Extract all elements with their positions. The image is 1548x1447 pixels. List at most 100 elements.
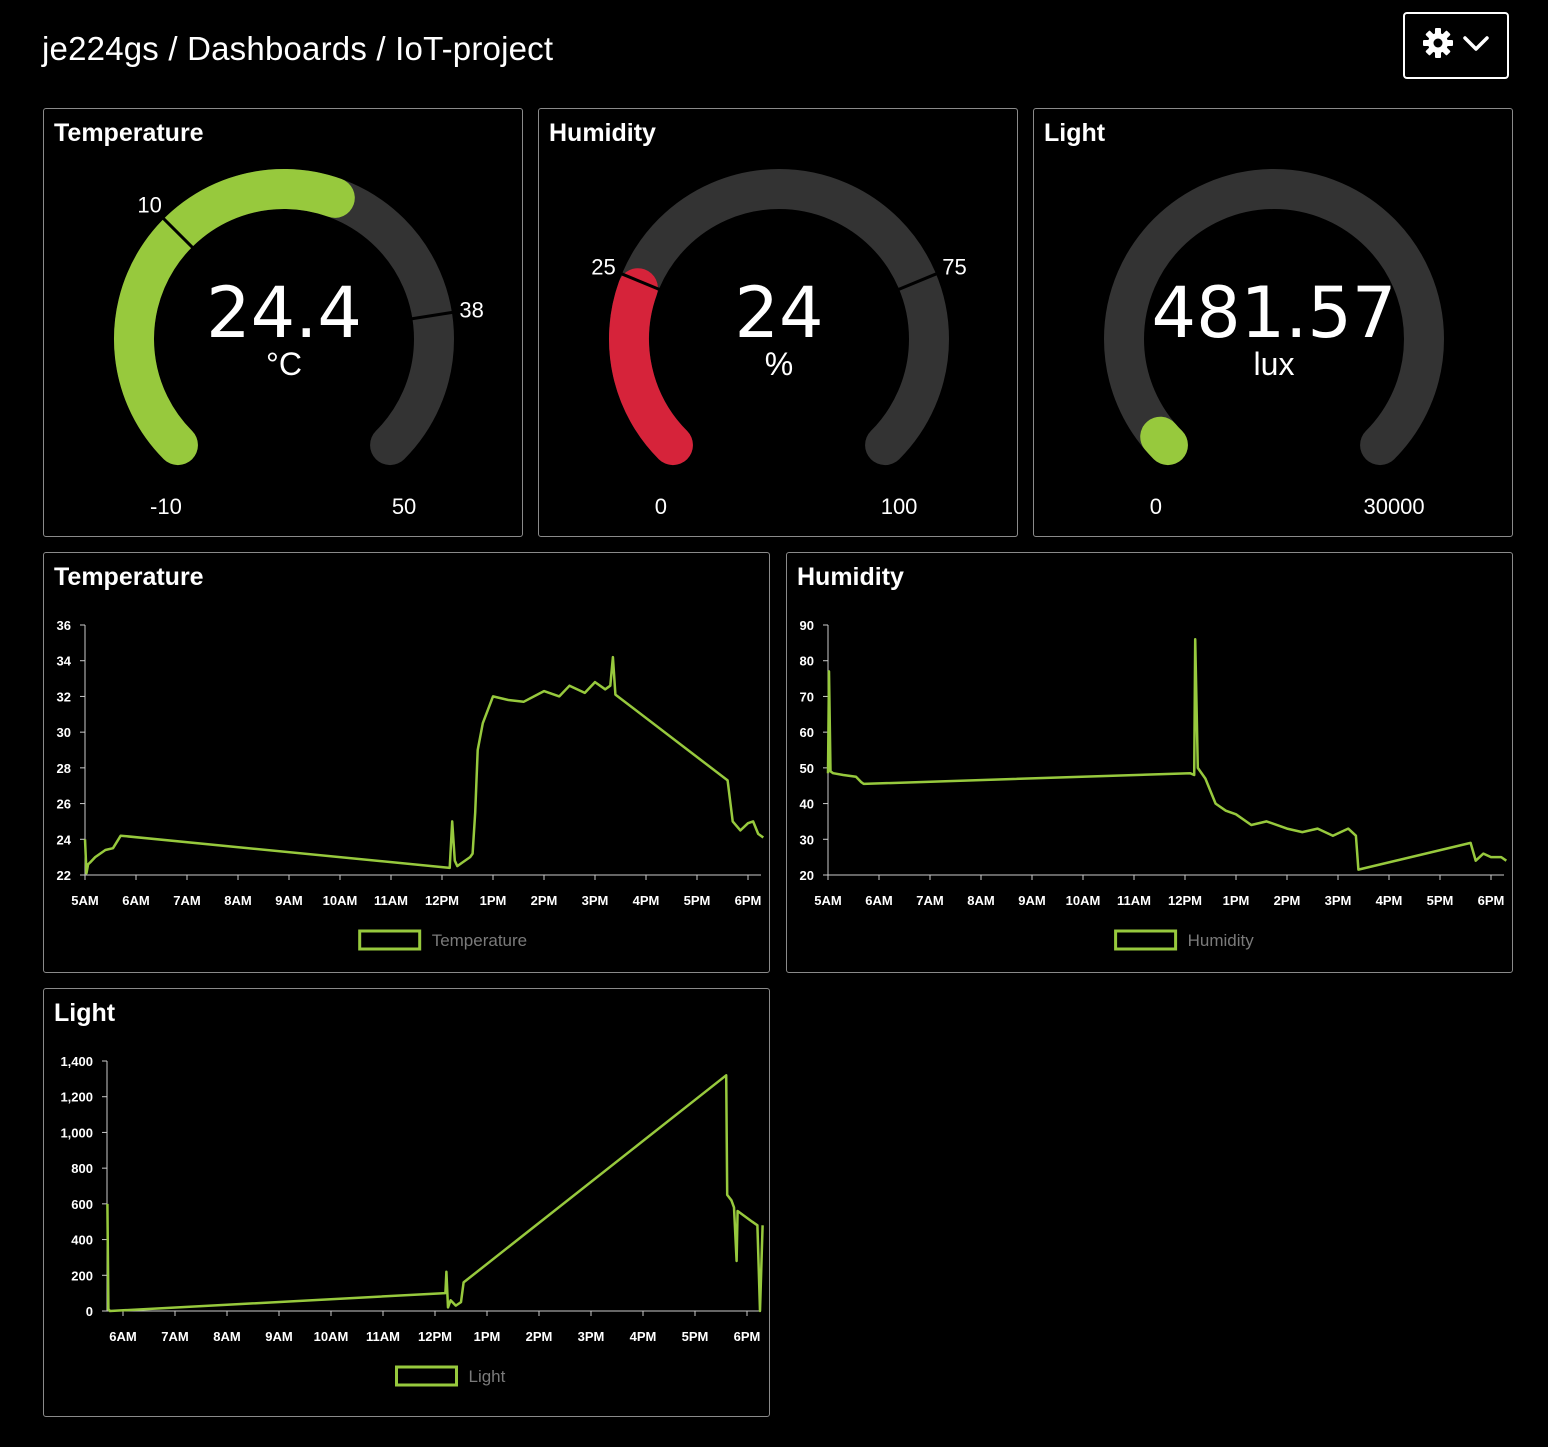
x-tick-label: 7AM [916, 893, 943, 908]
y-tick-label: 70 [800, 689, 814, 704]
chart-temperature: 22 24 26 28 30 32 34 36 5AM 6AM 7AM 8AM 9AM 10AM 11AM 1… [57, 618, 765, 951]
x-tick-label: 8AM [224, 893, 251, 908]
x-tick-label: 6PM [735, 893, 762, 908]
x-tick-label: 4PM [633, 893, 660, 908]
y-tick-label: 60 [800, 725, 814, 740]
legend-swatch[interactable] [358, 929, 422, 951]
x-tick-label: 12PM [418, 1329, 452, 1344]
chevron-down-icon [1462, 33, 1490, 58]
x-tick-label: 1PM [474, 1329, 501, 1344]
legend-label[interactable]: Light [469, 1367, 506, 1386]
gauge-max-label: 50 [392, 494, 416, 519]
x-tick-label: 11AM [374, 893, 408, 908]
x-tick-label: 9AM [1018, 893, 1045, 908]
x-tick-label: 10AM [323, 893, 358, 908]
threshold-label: 25 [591, 254, 615, 279]
gauge-max-label: 100 [881, 494, 918, 519]
x-tick-label: 2PM [1274, 893, 1301, 908]
gauge-value: 24 [734, 272, 823, 354]
x-tick-label: 5PM [684, 893, 711, 908]
x-tick-label: 8AM [967, 893, 994, 908]
x-tick-label: 3PM [1325, 893, 1352, 908]
gear-icon [1422, 27, 1454, 64]
y-tick-label: 200 [71, 1268, 93, 1283]
y-tick-label: 400 [71, 1233, 93, 1248]
legend-label[interactable]: Humidity [1188, 931, 1255, 950]
gauge-value: 481.57 [1152, 272, 1397, 354]
y-tick-label: 800 [71, 1161, 93, 1176]
gauge-min-label: 0 [1150, 494, 1162, 519]
y-tick-label: 24 [57, 832, 72, 847]
threshold-label: 10 [137, 193, 161, 218]
x-tick-label: 5PM [1427, 893, 1454, 908]
y-tick-label: 22 [57, 868, 71, 883]
x-tick-label: 5AM [71, 893, 98, 908]
breadcrumb[interactable]: je224gs / Dashboards / IoT-project [42, 30, 553, 68]
y-tick-label: 34 [57, 654, 72, 669]
gauge-panel-light: Light 0 30000 481.57 lux [1033, 108, 1513, 537]
gauge-unit: °C [266, 346, 302, 382]
threshold-label: 75 [942, 254, 966, 279]
y-tick-label: 0 [86, 1304, 93, 1319]
x-tick-label: 7AM [173, 893, 200, 908]
y-tick-label: 50 [800, 761, 814, 776]
x-tick-label: 12PM [425, 893, 459, 908]
x-tick-label: 7AM [161, 1329, 188, 1344]
x-tick-label: 3PM [582, 893, 609, 908]
x-tick-label: 1PM [480, 893, 507, 908]
gauge-value: 24.4 [206, 272, 362, 354]
y-tick-label: 1,000 [60, 1125, 93, 1140]
gauge-unit: % [765, 346, 793, 382]
y-tick-label: 30 [800, 832, 814, 847]
x-tick-label: 8AM [213, 1329, 240, 1344]
series-line [826, 638, 1508, 871]
settings-dropdown-button[interactable] [1403, 12, 1509, 79]
gauge-temperature: 10 38 -10 50 24.4°C [114, 169, 484, 519]
x-tick-label: 12PM [1168, 893, 1202, 908]
x-tick-label: 3PM [578, 1329, 605, 1344]
x-tick-label: 11AM [1117, 893, 1151, 908]
gauge-panel-temperature: Temperature 10 38 -10 50 24.4 °C [43, 108, 523, 537]
legend-swatch[interactable] [395, 1365, 458, 1387]
gauge-humidity: 25 75 0 100 24% [591, 169, 967, 519]
chart-light: 0 200 400 600 800 1,000 1,200 1,400 6AM 7AM 8AM 9AM… [60, 1054, 764, 1387]
gauge-unit: lux [1254, 346, 1295, 382]
x-tick-label: 10AM [314, 1329, 349, 1344]
legend-swatch[interactable] [1114, 929, 1178, 951]
x-tick-label: 2PM [526, 1329, 553, 1344]
x-tick-label: 9AM [265, 1329, 292, 1344]
chart-humidity: 20 30 40 50 60 70 80 90 5AM 6AM 7AM 8AM 9AM 10AM 11AM 1… [800, 618, 1508, 951]
x-tick-label: 2PM [531, 893, 558, 908]
y-tick-label: 90 [800, 618, 814, 633]
gauge-min-label: 0 [655, 494, 667, 519]
threshold-label: 38 [459, 297, 483, 322]
y-tick-label: 26 [57, 797, 71, 812]
chart-panel-humidity: Humidity 20 30 40 50 60 70 80 90 5AM 6AM 7AM 8AM 9AM… [786, 552, 1513, 973]
chart-panel-temperature: Temperature 22 24 26 28 30 32 34 36 5AM 6AM 7AM 8AM… [43, 552, 770, 973]
gauge-value-arc [609, 268, 693, 466]
y-tick-label: 1,400 [60, 1054, 93, 1069]
y-tick-label: 36 [57, 618, 71, 633]
legend-label[interactable]: Temperature [432, 931, 527, 950]
chart-panel-light: Light 0 200 400 600 800 1,000 1,200 1,400 6AM 7AM… [43, 988, 770, 1417]
y-tick-label: 28 [57, 761, 71, 776]
y-tick-label: 30 [57, 725, 71, 740]
series-line [83, 655, 765, 875]
gauge-light: 0 30000 481.57lux [1104, 169, 1444, 519]
x-tick-label: 4PM [1376, 893, 1403, 908]
y-tick-label: 1,200 [60, 1090, 93, 1105]
gauge-min-label: -10 [150, 494, 182, 519]
x-tick-label: 4PM [630, 1329, 657, 1344]
x-tick-label: 11AM [366, 1329, 400, 1344]
x-tick-label: 5PM [682, 1329, 709, 1344]
x-tick-label: 6PM [734, 1329, 761, 1344]
y-tick-label: 40 [800, 797, 814, 812]
x-tick-label: 1PM [1223, 893, 1250, 908]
gauge-panel-humidity: Humidity 25 75 0 100 24% [538, 108, 1018, 537]
y-tick-label: 20 [800, 868, 814, 883]
x-tick-label: 6AM [865, 893, 892, 908]
y-tick-label: 600 [71, 1197, 93, 1212]
gauge-max-label: 30000 [1363, 494, 1424, 519]
x-tick-label: 5AM [814, 893, 841, 908]
y-tick-label: 80 [800, 654, 814, 669]
